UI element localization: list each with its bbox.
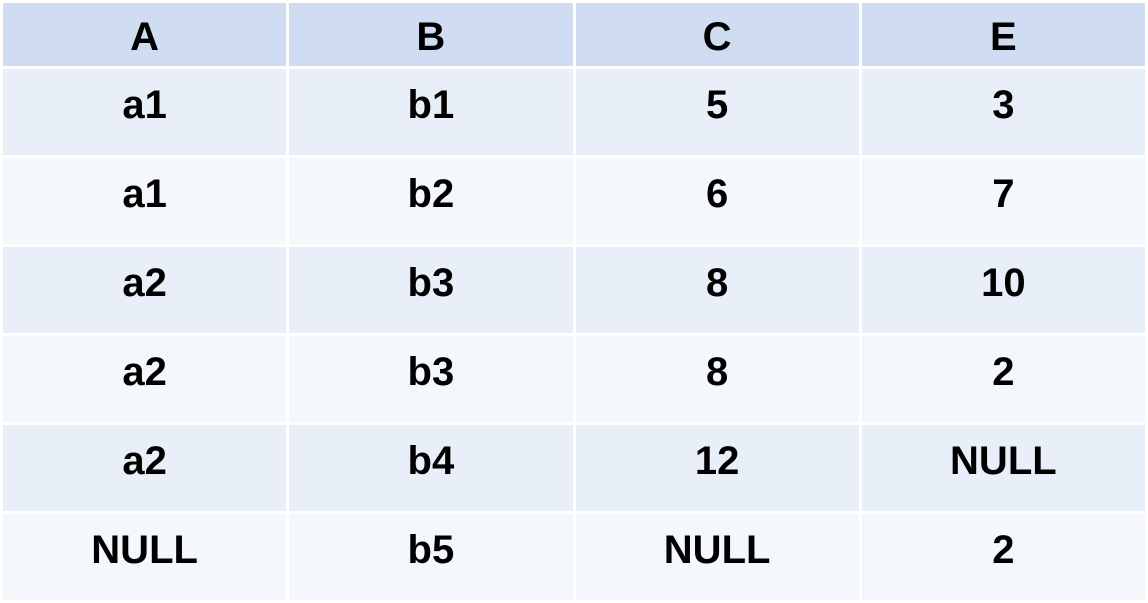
column-header-a: A xyxy=(0,0,290,69)
table-row: a1 b1 5 3 xyxy=(0,66,1148,158)
table-cell: 10 xyxy=(858,244,1148,336)
table-cell: NULL xyxy=(572,511,862,603)
table-cell: 2 xyxy=(858,333,1148,425)
table-cell: 2 xyxy=(858,511,1148,603)
table-cell: a2 xyxy=(0,244,290,336)
table-cell: b4 xyxy=(286,422,576,514)
table-cell: b1 xyxy=(286,66,576,158)
header-row: A B C E xyxy=(0,0,1148,69)
table-cell: b3 xyxy=(286,333,576,425)
column-header-b: B xyxy=(286,0,576,69)
table-cell: a1 xyxy=(0,66,290,158)
table-cell: 5 xyxy=(572,66,862,158)
table-cell: b3 xyxy=(286,244,576,336)
column-header-c: C xyxy=(572,0,862,69)
table-row: NULL b5 NULL 2 xyxy=(0,511,1148,603)
table-header: A B C E xyxy=(0,0,1148,69)
table-cell: a2 xyxy=(0,333,290,425)
table-cell: 8 xyxy=(572,244,862,336)
table-container: A B C E a1 b1 5 3 a1 b2 6 7 a2 b3 8 10 a… xyxy=(0,0,1148,603)
table-cell: 3 xyxy=(858,66,1148,158)
column-header-e: E xyxy=(858,0,1148,69)
table-cell: a1 xyxy=(0,155,290,247)
table-cell: 12 xyxy=(572,422,862,514)
table-cell: NULL xyxy=(0,511,290,603)
table-cell: a2 xyxy=(0,422,290,514)
data-table: A B C E a1 b1 5 3 a1 b2 6 7 a2 b3 8 10 a… xyxy=(0,0,1148,603)
table-cell: 6 xyxy=(572,155,862,247)
table-cell: b2 xyxy=(286,155,576,247)
table-cell: b5 xyxy=(286,511,576,603)
table-cell: NULL xyxy=(858,422,1148,514)
table-cell: 8 xyxy=(572,333,862,425)
table-row: a1 b2 6 7 xyxy=(0,155,1148,247)
table-cell: 7 xyxy=(858,155,1148,247)
table-body: a1 b1 5 3 a1 b2 6 7 a2 b3 8 10 a2 b3 8 2… xyxy=(0,66,1148,603)
table-row: a2 b3 8 2 xyxy=(0,333,1148,425)
table-row: a2 b4 12 NULL xyxy=(0,422,1148,514)
table-row: a2 b3 8 10 xyxy=(0,244,1148,336)
